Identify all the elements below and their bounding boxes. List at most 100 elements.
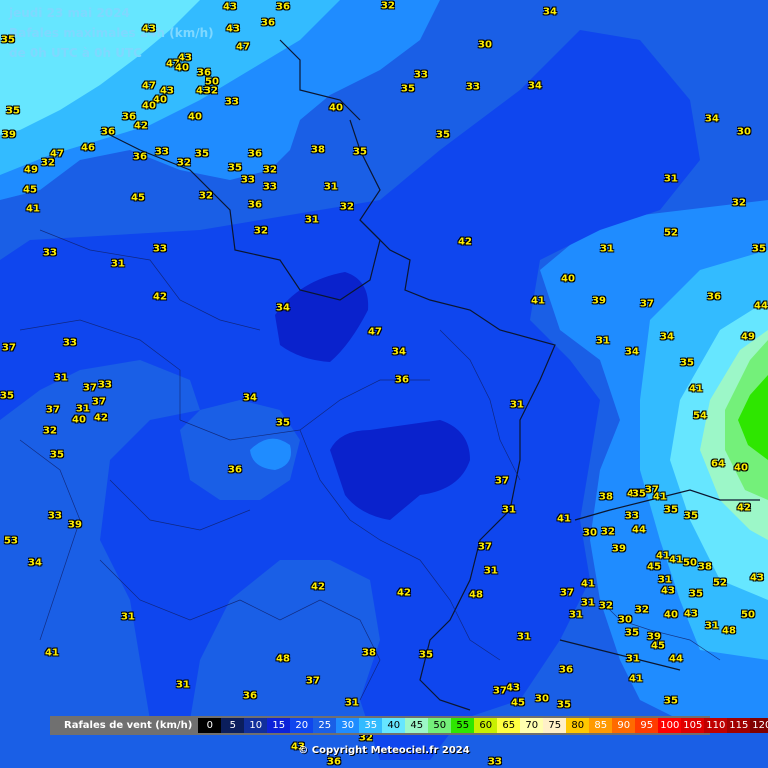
color-legend: Rafales de vent (km/h) 0 5 10 15 20 25 30 35 40 4… bbox=[50, 716, 768, 735]
gust-value: 41 bbox=[557, 513, 571, 525]
gust-value: 32 bbox=[381, 0, 395, 12]
gust-value: 31 bbox=[517, 631, 531, 643]
gust-value: 45 bbox=[647, 561, 661, 573]
gust-value: 32 bbox=[43, 425, 57, 437]
gust-value: 37 bbox=[640, 298, 654, 310]
legend-step: 100 bbox=[658, 718, 682, 733]
gust-value: 35 bbox=[50, 449, 64, 461]
gust-value: 53 bbox=[4, 535, 18, 547]
gust-value: 33 bbox=[263, 181, 277, 193]
gust-value: 39 bbox=[68, 519, 82, 531]
gust-value: 43 bbox=[142, 23, 156, 35]
map-date-title: jeudi 23 mai 2024 bbox=[9, 6, 130, 20]
gust-value: 32 bbox=[41, 157, 55, 169]
gust-value: 35 bbox=[664, 504, 678, 516]
gust-value: 35 bbox=[6, 105, 20, 117]
gust-value: 41 bbox=[669, 554, 683, 566]
legend-step: 55 bbox=[451, 718, 475, 733]
gust-value: 31 bbox=[305, 214, 319, 226]
gust-value: 34 bbox=[625, 346, 639, 358]
gust-value: 31 bbox=[176, 679, 190, 691]
gust-value: 34 bbox=[392, 346, 406, 358]
gust-value: 31 bbox=[664, 173, 678, 185]
gust-value: 34 bbox=[660, 331, 674, 343]
legend-step: 40 bbox=[382, 718, 406, 733]
gust-value: 38 bbox=[362, 647, 376, 659]
gust-value: 31 bbox=[484, 565, 498, 577]
gust-value: 40 bbox=[561, 273, 575, 285]
gust-value: 40 bbox=[175, 62, 189, 74]
gust-value: 33 bbox=[414, 69, 428, 81]
gust-value: 52 bbox=[664, 227, 678, 239]
gust-value: 41 bbox=[656, 550, 670, 562]
gust-value: 35 bbox=[353, 146, 367, 158]
gust-value: 35 bbox=[195, 148, 209, 160]
gust-value: 33 bbox=[225, 96, 239, 108]
gust-value: 32 bbox=[204, 85, 218, 97]
legend-step: 120 bbox=[750, 718, 768, 733]
gust-value: 36 bbox=[133, 151, 147, 163]
gust-value: 40 bbox=[329, 102, 343, 114]
gust-value: 43 bbox=[226, 23, 240, 35]
legend-step: 60 bbox=[474, 718, 498, 733]
gust-value: 33 bbox=[153, 243, 167, 255]
gust-value: 35 bbox=[1, 34, 15, 46]
gust-value: 37 bbox=[560, 587, 574, 599]
legend-step: 10 bbox=[244, 718, 268, 733]
gust-value: 38 bbox=[698, 561, 712, 573]
legend-step: 110 bbox=[704, 718, 728, 733]
gust-value: 40 bbox=[142, 100, 156, 112]
gust-value: 35 bbox=[680, 357, 694, 369]
gust-value: 36 bbox=[248, 199, 262, 211]
gust-value: 35 bbox=[632, 488, 646, 500]
map-period-title: de 0h UTC à 0h UTC bbox=[9, 46, 142, 60]
gust-value: 31 bbox=[345, 697, 359, 709]
gust-value: 31 bbox=[581, 597, 595, 609]
gust-value: 40 bbox=[734, 462, 748, 474]
legend-step: 95 bbox=[635, 718, 659, 733]
gust-value: 42 bbox=[134, 120, 148, 132]
gust-value: 41 bbox=[653, 491, 667, 503]
gust-value: 33 bbox=[98, 379, 112, 391]
gust-value: 47 bbox=[236, 41, 250, 53]
gust-value: 42 bbox=[311, 581, 325, 593]
gust-value: 36 bbox=[707, 291, 721, 303]
gust-value: 44 bbox=[669, 653, 683, 665]
gust-value: 33 bbox=[466, 81, 480, 93]
gust-value: 33 bbox=[488, 756, 502, 768]
gust-value: 35 bbox=[401, 83, 415, 95]
gust-value: 42 bbox=[153, 291, 167, 303]
gust-value: 32 bbox=[254, 225, 268, 237]
gust-value: 32 bbox=[177, 157, 191, 169]
gust-value: 44 bbox=[754, 300, 768, 312]
gust-value: 35 bbox=[0, 390, 14, 402]
gust-value: 39 bbox=[612, 543, 626, 555]
gust-value: 37 bbox=[478, 541, 492, 553]
gust-value: 36 bbox=[276, 1, 290, 13]
gust-value: 35 bbox=[436, 129, 450, 141]
legend-step: 20 bbox=[290, 718, 314, 733]
gust-value: 30 bbox=[618, 614, 632, 626]
gust-value: 36 bbox=[261, 17, 275, 29]
gust-value: 37 bbox=[83, 382, 97, 394]
gust-value: 35 bbox=[228, 162, 242, 174]
gust-value: 33 bbox=[43, 247, 57, 259]
legend-step: 80 bbox=[566, 718, 590, 733]
legend-step: 0 bbox=[198, 718, 222, 733]
gust-value: 43 bbox=[750, 572, 764, 584]
gust-value: 32 bbox=[599, 600, 613, 612]
gust-value: 35 bbox=[664, 695, 678, 707]
gust-value: 64 bbox=[711, 458, 725, 470]
legend-step: 5 bbox=[221, 718, 245, 733]
gust-value: 43 bbox=[506, 682, 520, 694]
gust-value: 32 bbox=[601, 526, 615, 538]
gust-value: 41 bbox=[26, 203, 40, 215]
legend-step: 45 bbox=[405, 718, 429, 733]
gust-value: 36 bbox=[243, 690, 257, 702]
legend-step: 115 bbox=[727, 718, 751, 733]
gust-value: 36 bbox=[395, 374, 409, 386]
gust-value: 34 bbox=[528, 80, 542, 92]
gust-value: 31 bbox=[705, 620, 719, 632]
gust-value: 41 bbox=[689, 383, 703, 395]
gust-value: 31 bbox=[569, 609, 583, 621]
